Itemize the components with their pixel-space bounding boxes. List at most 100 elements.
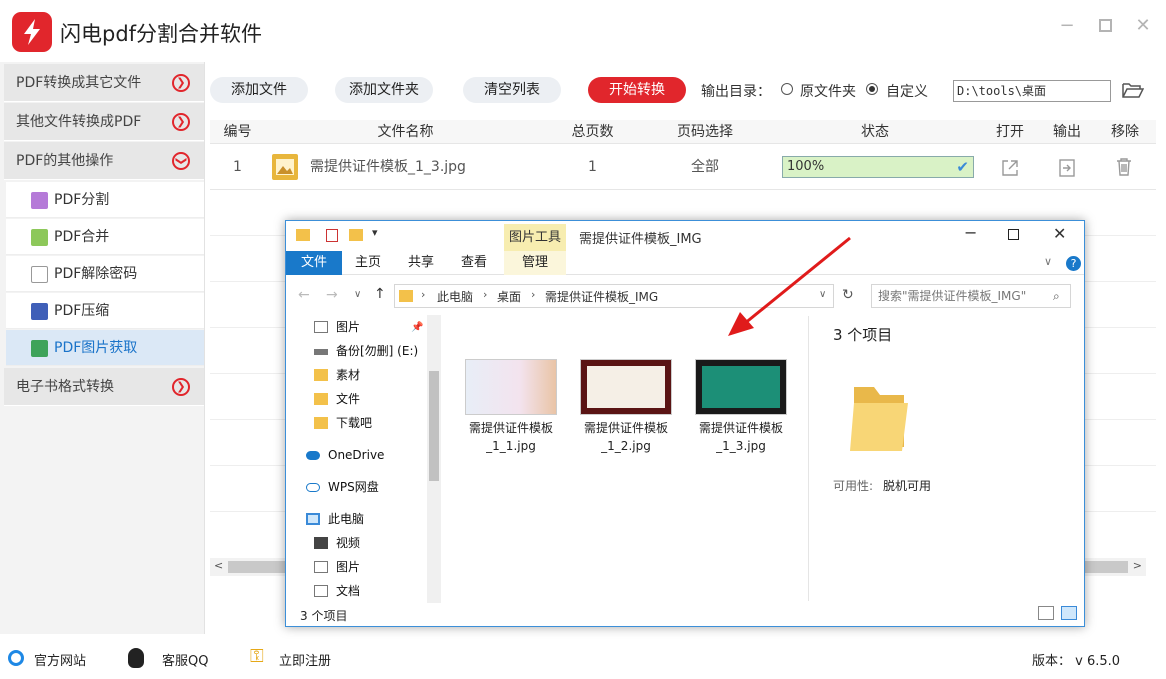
section-label: PDF的其他操作 — [16, 153, 114, 169]
nav-item[interactable]: WPS网盘 — [298, 475, 379, 499]
details-view-icon[interactable] — [1038, 606, 1054, 620]
tab-file[interactable]: 文件 — [286, 251, 342, 275]
bank-card-thumbnail — [702, 366, 780, 408]
sidebar-item-pdf-image-extract[interactable]: PDF图片获取 — [6, 330, 204, 366]
tab-share[interactable]: 共享 — [401, 251, 441, 275]
file-ext: _1_3.jpg — [716, 439, 766, 453]
sidebar-section-pdf-other-ops[interactable]: PDF的其他操作 ❯ — [4, 142, 204, 180]
expand-icon: ❯ — [172, 74, 190, 92]
search-input[interactable]: 搜索"需提供证件模板_IMG" — [871, 284, 1071, 308]
explorer-maximize-button[interactable] — [1008, 229, 1019, 240]
sidebar-item-pdf-split[interactable]: PDF分割 — [6, 182, 204, 218]
explorer-close-button[interactable]: ✕ — [1053, 224, 1066, 243]
website-link[interactable]: 官方网站 — [34, 650, 86, 669]
qq-link[interactable]: 客服QQ — [162, 650, 208, 669]
clear-list-button[interactable]: 清空列表 — [463, 77, 561, 103]
add-folder-button[interactable]: 添加文件夹 — [335, 77, 433, 103]
breadcrumb-desktop[interactable]: 桌面 — [497, 288, 521, 305]
new-folder-icon[interactable] — [349, 229, 363, 241]
qq-icon — [128, 648, 144, 668]
original-folder-label: 原文件夹 — [800, 84, 856, 100]
trash-icon[interactable] — [1115, 157, 1133, 181]
section-label: 其他文件转换成PDF — [16, 114, 142, 130]
nav-label: 视频 — [336, 536, 361, 550]
nav-item[interactable]: 备份[勿删] (E:) — [306, 339, 418, 363]
nav-scroll-thumb[interactable] — [429, 371, 439, 481]
folder-icon — [296, 229, 310, 241]
close-button[interactable]: ✕ — [1133, 16, 1153, 36]
register-link[interactable]: 立即注册 — [279, 650, 331, 669]
folder-open-icon[interactable] — [1122, 81, 1145, 103]
minimize-button[interactable]: − — [1057, 16, 1077, 36]
sidebar-section-ebook[interactable]: 电子书格式转换 ❯ — [4, 368, 204, 406]
table-row[interactable]: 1 需提供证件模板_1_3.jpg 1 全部 100% ✔ — [210, 145, 1156, 190]
output-path-field[interactable]: D:\tools\桌面 — [953, 80, 1111, 102]
video-icon — [314, 537, 328, 549]
file-item[interactable]: 需提供证件模板 _1_3.jpg — [691, 359, 791, 455]
nav-item[interactable]: 此电脑 — [298, 507, 364, 531]
col-status: 状态 — [861, 124, 889, 140]
file-item[interactable]: 需提供证件模板 _1_1.jpg — [461, 359, 561, 455]
tab-manage[interactable]: 管理 — [504, 251, 566, 275]
forward-icon[interactable]: → — [326, 287, 338, 303]
sidebar-item-pdf-compress[interactable]: PDF压缩 — [6, 293, 204, 329]
chevron-down-icon[interactable]: ▾ — [372, 226, 378, 239]
custom-folder-radio[interactable] — [866, 83, 878, 95]
tab-view[interactable]: 查看 — [454, 251, 494, 275]
collapse-icon: ❯ — [172, 152, 190, 170]
file-explorer-window[interactable]: ▾ 图片工具 需提供证件模板_IMG − ✕ 文件 主页 共享 查看 管理 ∨ … — [285, 220, 1085, 627]
sidebar-item-pdf-merge[interactable]: PDF合并 — [6, 219, 204, 255]
up-icon[interactable]: ↑ — [374, 286, 386, 302]
sidebar-item-pdf-unlock[interactable]: PDF解除密码 — [6, 256, 204, 292]
nav-item[interactable]: 下载吧 — [306, 411, 372, 435]
explorer-minimize-button[interactable]: − — [964, 223, 977, 242]
tab-home[interactable]: 主页 — [348, 251, 388, 275]
nav-item[interactable]: 文档 — [306, 579, 360, 603]
back-icon[interactable]: ← — [298, 287, 310, 303]
check-icon: ✔ — [956, 158, 969, 176]
file-item[interactable]: 需提供证件模板 _1_2.jpg — [576, 359, 676, 455]
maximize-button[interactable] — [1095, 16, 1115, 36]
nav-item[interactable]: OneDrive — [298, 443, 384, 467]
nav-item[interactable]: 文件 — [306, 387, 360, 411]
navigation-pane: 图片 备份[勿删] (E:) 素材 文件 下载吧 OneDrive WPS网盘 … — [286, 313, 444, 603]
sidebar-item-label: PDF解除密码 — [54, 266, 138, 282]
recent-locations-icon[interactable]: ∨ — [354, 289, 361, 300]
start-convert-button[interactable]: 开始转换 — [588, 77, 686, 103]
lock-icon — [31, 266, 48, 283]
properties-icon[interactable] — [326, 229, 338, 242]
pictures-icon — [314, 561, 328, 573]
help-icon[interactable]: ? — [1066, 256, 1081, 271]
document-icon — [314, 585, 328, 597]
nav-item[interactable]: 图片 — [306, 555, 360, 579]
drive-icon — [314, 349, 328, 355]
output-icon[interactable] — [1058, 158, 1076, 182]
ribbon-expand-icon[interactable]: ∨ — [1044, 255, 1052, 268]
breadcrumb-folder[interactable]: 需提供证件模板_IMG — [545, 288, 658, 305]
explorer-titlebar: ▾ 图片工具 需提供证件模板_IMG − ✕ — [286, 221, 1084, 251]
col-pages: 总页数 — [571, 124, 614, 140]
cloud-icon — [306, 483, 320, 492]
picture-tools-tab: 图片工具 — [504, 224, 566, 251]
scroll-right-icon[interactable]: > — [1133, 559, 1142, 572]
nav-item[interactable]: 视频 — [306, 531, 360, 555]
nav-item[interactable]: 素材 — [306, 363, 360, 387]
nav-item[interactable]: 图片 — [306, 315, 360, 339]
pin-icon: 📌 — [411, 322, 424, 333]
open-file-icon[interactable] — [1000, 158, 1020, 182]
details-divider — [808, 316, 809, 601]
col-output: 输出 — [1053, 124, 1081, 140]
scroll-left-icon[interactable]: < — [214, 559, 223, 572]
nav-scrollbar[interactable] — [427, 315, 441, 603]
expand-icon: ❯ — [172, 113, 190, 131]
sidebar-section-other-to-pdf[interactable]: 其他文件转换成PDF ❯ — [4, 103, 204, 141]
custom-folder-label: 自定义 — [886, 84, 928, 100]
id-card-thumbnail — [465, 359, 557, 415]
add-file-button[interactable]: 添加文件 — [210, 77, 308, 103]
footer: 官方网站 客服QQ ⚿ 立即注册 版本： v 6.5.0 — [0, 640, 1166, 679]
image-file-icon — [272, 154, 298, 180]
large-icons-view-icon[interactable] — [1061, 606, 1077, 620]
sidebar-section-pdf-to-other[interactable]: PDF转换成其它文件 ❯ — [4, 64, 204, 102]
breadcrumb-this-pc[interactable]: 此电脑 — [437, 288, 473, 305]
original-folder-radio[interactable] — [781, 83, 793, 95]
